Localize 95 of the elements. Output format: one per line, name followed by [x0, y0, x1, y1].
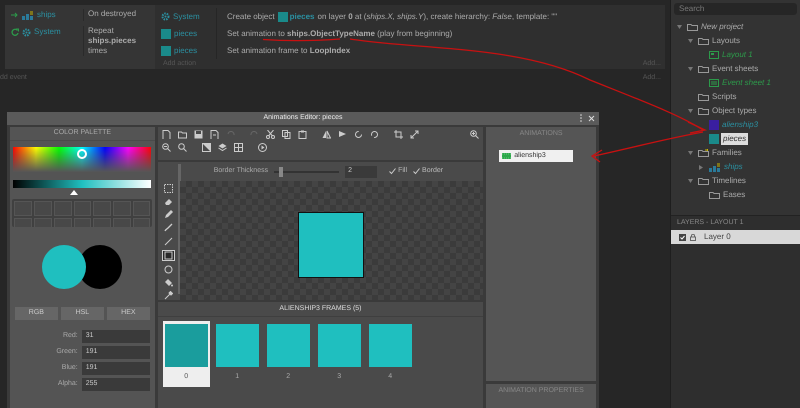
checkbox-icon[interactable] — [389, 168, 396, 175]
fill-bucket-icon — [164, 278, 174, 287]
tool-button[interactable] — [162, 223, 176, 232]
zoom-reset-icon[interactable] — [178, 143, 187, 152]
event-sheet-icon — [709, 79, 719, 87]
family-icon — [709, 162, 721, 172]
select-rectangle-icon — [164, 184, 174, 194]
tree-item[interactable]: alienship3 — [722, 119, 758, 131]
tool-button[interactable] — [162, 184, 176, 194]
pencil-icon — [164, 210, 174, 220]
lock-icon — [690, 234, 696, 240]
tool-button[interactable] — [162, 236, 176, 246]
folder-icon — [698, 37, 709, 45]
hue-picker[interactable] — [13, 147, 152, 172]
play-icon[interactable] — [258, 143, 267, 152]
brush-icon — [164, 223, 174, 232]
layer-name: Layer 0 — [704, 231, 731, 243]
folder-icon — [709, 191, 720, 199]
condition-text: On destroyed — [83, 9, 153, 21]
grid-icon[interactable] — [234, 143, 243, 152]
tool-button[interactable] — [162, 264, 176, 274]
tree-item[interactable]: Layouts — [712, 35, 740, 47]
object-name: System — [173, 10, 200, 22]
folder-icon — [698, 65, 709, 73]
family-icon — [22, 10, 34, 20]
scissors-icon[interactable] — [266, 130, 275, 139]
zoom-in-icon[interactable] — [470, 130, 480, 139]
layers-icon[interactable] — [218, 143, 227, 152]
film-strip-icon — [502, 153, 512, 159]
ellipse-icon — [164, 264, 174, 274]
frame-image — [216, 324, 259, 367]
tree-item[interactable]: Eases — [723, 189, 746, 201]
layer-row[interactable]: Layer 0 — [671, 230, 800, 244]
new-file-icon[interactable] — [162, 130, 171, 139]
action-text: Create object — [227, 10, 275, 22]
tree-item[interactable]: New project — [701, 21, 744, 33]
export-icon[interactable] — [210, 130, 219, 139]
object-name: ships — [37, 9, 56, 21]
rotate-right-icon[interactable] — [370, 130, 379, 139]
sprite-image — [298, 212, 364, 278]
rotate-left-icon[interactable] — [354, 130, 363, 139]
action-text: on layer 0 at (ships.X, ships.Y), create hierarchy: False, template: "" — [318, 10, 558, 22]
copy-icon[interactable] — [282, 130, 291, 139]
layout-icon — [709, 51, 719, 59]
tree-item[interactable]: Event sheets — [712, 63, 758, 75]
folder-icon — [698, 93, 709, 101]
tool-button[interactable] — [162, 290, 176, 300]
folder-icon — [698, 149, 709, 157]
paste-icon[interactable] — [298, 130, 307, 139]
gear-icon — [22, 28, 31, 36]
frame-image — [164, 324, 208, 367]
action-text: Set animation to ships.ObjectTypeName (play from beginning) — [227, 28, 452, 40]
arrow-icon — [11, 12, 19, 18]
eraser-icon — [164, 197, 174, 206]
tree-item[interactable]: Layout 1 — [722, 49, 753, 61]
line-icon — [164, 236, 174, 246]
object-name: System — [34, 26, 61, 38]
crop-icon[interactable] — [394, 130, 403, 139]
contrast-icon[interactable] — [202, 143, 211, 152]
folder-icon[interactable] — [178, 130, 187, 139]
tree-item[interactable]: ships — [724, 161, 743, 173]
resize-icon[interactable] — [410, 130, 419, 139]
save-icon[interactable] — [194, 130, 203, 139]
tree-item[interactable]: Object types — [712, 105, 756, 117]
frame-image — [368, 324, 412, 367]
flip-horizontal-icon[interactable] — [322, 130, 331, 139]
checkbox-icon[interactable] — [413, 168, 420, 175]
sprite-icon — [278, 12, 288, 22]
search-field[interactable]: Search — [674, 3, 797, 15]
primary-color-swatch[interactable] — [42, 245, 86, 289]
eyedropper-icon — [164, 290, 174, 300]
object-name: pieces — [174, 44, 198, 56]
tree-item[interactable]: Families — [712, 147, 742, 159]
frame-image — [266, 324, 310, 367]
folder-icon — [698, 177, 709, 185]
object-name: pieces — [290, 10, 314, 22]
folder-icon — [687, 23, 698, 31]
loop-icon — [11, 28, 19, 36]
tree-item[interactable]: pieces — [721, 133, 748, 145]
slider-thumb[interactable] — [278, 166, 283, 176]
folder-icon — [698, 107, 709, 115]
zoom-out-icon[interactable] — [162, 143, 171, 152]
tool-button[interactable] — [162, 210, 176, 220]
picker-handle[interactable] — [77, 149, 88, 159]
rectangle-icon — [164, 250, 174, 260]
action-text: Set animation frame to LoopIndex — [227, 44, 350, 56]
frame-image — [318, 324, 361, 367]
close-icon — [588, 114, 595, 122]
condition-text: Repeat ships.pieces times — [83, 26, 153, 56]
tool-button[interactable] — [162, 250, 176, 261]
gear-icon — [161, 12, 170, 21]
tree-item[interactable]: Timelines — [712, 175, 746, 187]
tree-item[interactable]: Scripts — [712, 91, 736, 103]
object-name: pieces — [174, 28, 198, 40]
tree-item[interactable]: Event sheet 1 — [722, 77, 771, 89]
